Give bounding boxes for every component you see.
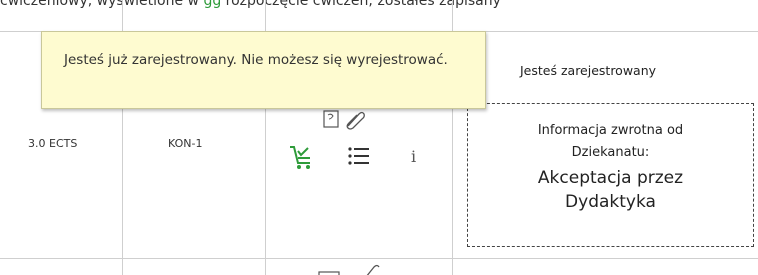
top-row-text: ćwiczeniowy, wyświetlone w gg rozpoczęci… (0, 0, 758, 11)
top-row-text-green: gg (203, 0, 222, 9)
feedback-label: Informacja zwrotna od Dziekanatu: (537, 123, 684, 160)
row-divider-bottom (0, 258, 758, 259)
feedback-box: Informacja zwrotna od Dziekanatu: Akcept… (467, 103, 754, 247)
tooltip-text: Jesteś już zarejestrowany. Nie możesz si… (64, 52, 448, 68)
tooltip: Jesteś już zarejestrowany. Nie możesz si… (41, 31, 486, 109)
registration-table: ćwiczeniowy, wyświetlone w gg rozpoczęci… (0, 0, 758, 275)
top-row-text-right: rozpoczęcie ćwiczeń; zostałeś zapisany (225, 0, 501, 9)
course-code-cell: KON-1 (168, 137, 203, 150)
document-icon[interactable] (323, 110, 339, 128)
top-row-text-left: ćwiczeniowy, wyświetlone w (0, 0, 199, 9)
paperclip-icon[interactable] (344, 108, 366, 130)
info-icon[interactable]: i (411, 147, 416, 166)
document-icon[interactable] (318, 266, 340, 275)
feedback-value: Akceptacja przez Dydaktyka (537, 168, 684, 212)
paperclip-icon[interactable] (364, 262, 380, 275)
ects-cell: 3.0 ECTS (28, 137, 78, 150)
list-icon[interactable] (348, 146, 370, 166)
cart-check-icon[interactable] (288, 143, 314, 171)
registration-status: Jesteś zarejestrowany (520, 63, 657, 78)
